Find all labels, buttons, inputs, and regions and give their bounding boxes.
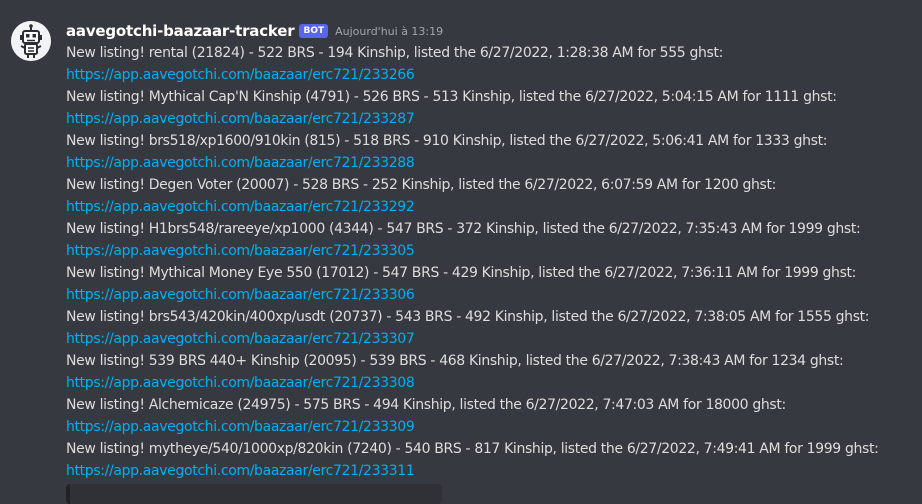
listing-text: New listing! 539 BRS 440+ Kinship (20095… (66, 353, 844, 369)
listing-link[interactable]: https://app.aavegotchi.com/baazaar/erc72… (66, 67, 415, 83)
listing-text: New listing! Mythical Cap'N Kinship (479… (66, 89, 837, 105)
listing-text: New listing! Mythical Money Eye 550 (170… (66, 265, 857, 281)
listing-link[interactable]: https://app.aavegotchi.com/baazaar/erc72… (66, 375, 415, 391)
listing-link[interactable]: https://app.aavegotchi.com/baazaar/erc72… (66, 243, 415, 259)
chat-message: aavegotchi-baazaar-tracker BOT Aujourd'h… (0, 0, 922, 504)
bot-badge: BOT (299, 24, 329, 38)
listing-text: New listing! Degen Voter (20007) - 528 B… (66, 177, 776, 193)
listing-text: New listing! H1brs548/rareeye/xp1000 (43… (66, 221, 861, 237)
message-body: New listing! rental (21824) - 522 BRS - … (66, 42, 918, 482)
message-header: aavegotchi-baazaar-tracker BOT Aujourd'h… (66, 20, 443, 42)
bot-username[interactable]: aavegotchi-baazaar-tracker (66, 22, 295, 40)
listing-link[interactable]: https://app.aavegotchi.com/baazaar/erc72… (66, 287, 415, 303)
message-timestamp[interactable]: Aujourd'hui à 13:19 (335, 25, 443, 38)
listing-text: New listing! Alchemicaze (24975) - 575 B… (66, 397, 786, 413)
listing-text: New listing! brs518/xp1600/910kin (815) … (66, 133, 828, 149)
listing-link[interactable]: https://app.aavegotchi.com/baazaar/erc72… (66, 199, 415, 215)
listing-text: New listing! brs543/420kin/400xp/usdt (2… (66, 309, 870, 325)
robot-avatar-icon[interactable] (11, 21, 51, 61)
listing-link[interactable]: https://app.aavegotchi.com/baazaar/erc72… (66, 331, 415, 347)
listing-link[interactable]: https://app.aavegotchi.com/baazaar/erc72… (66, 419, 415, 435)
listing-link[interactable]: https://app.aavegotchi.com/baazaar/erc72… (66, 111, 415, 127)
listing-text: New listing! mytheye/540/1000xp/820kin (… (66, 441, 879, 457)
listing-link[interactable]: https://app.aavegotchi.com/baazaar/erc72… (66, 463, 415, 479)
listing-link[interactable]: https://app.aavegotchi.com/baazaar/erc72… (66, 155, 415, 171)
listing-text: New listing! rental (21824) - 522 BRS - … (66, 45, 723, 61)
embed-preview (66, 484, 442, 504)
